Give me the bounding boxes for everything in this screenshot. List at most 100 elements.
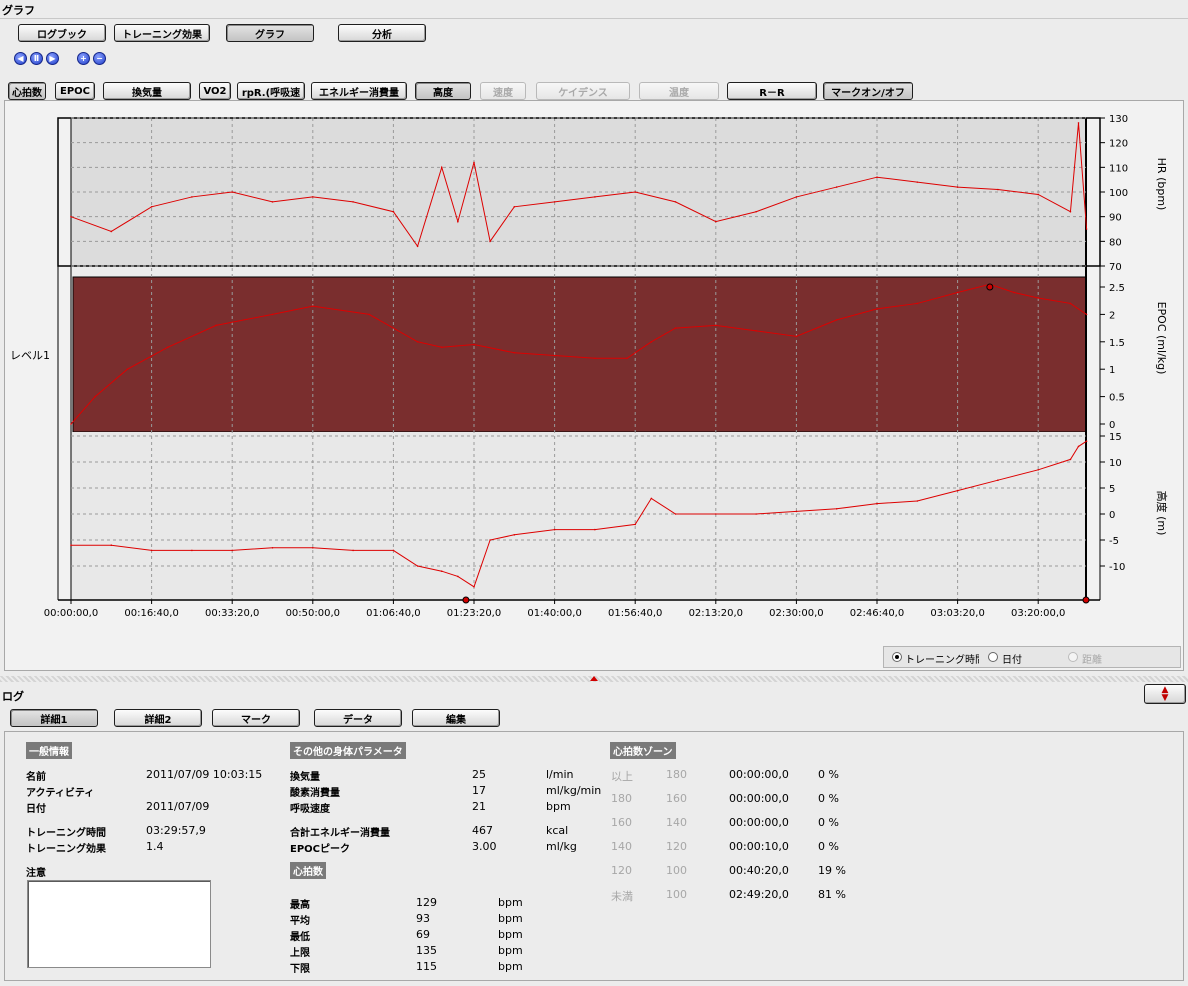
- data-point-0-22: [835, 186, 838, 188]
- hr-stats-header: 心拍数: [290, 862, 326, 879]
- hr-stat-label-4: 下限: [290, 964, 310, 975]
- zone-from-1: 180: [611, 792, 632, 805]
- chart-pane-1: [72, 276, 1087, 433]
- general-date-label: 日付: [26, 804, 46, 815]
- tab-data[interactable]: データ: [314, 709, 402, 727]
- other-param-value-3: 467: [472, 824, 493, 837]
- data-point-0-15: [553, 201, 556, 203]
- data-point-2-17: [634, 523, 636, 526]
- param-button-5[interactable]: エネルギー消費量: [311, 82, 407, 100]
- pause-icon[interactable]: Ⅱ: [30, 52, 43, 65]
- data-point-1-22: [916, 302, 919, 305]
- data-point-1-11: [513, 351, 516, 354]
- radio-training-time[interactable]: [892, 652, 902, 662]
- tab-edit[interactable]: 編集: [412, 709, 500, 727]
- data-point-0-18: [674, 201, 677, 203]
- other-param-unit-3: kcal: [546, 824, 569, 837]
- hr-stat-unit-0: bpm: [498, 896, 523, 909]
- param-button-11[interactable]: マークオン/オフ: [823, 82, 913, 100]
- data-point-0-20: [755, 210, 757, 213]
- data-point-1-10: [473, 343, 475, 346]
- other-param-unit-0: l/min: [546, 768, 574, 781]
- tab-detail-1[interactable]: 詳細1: [10, 709, 98, 727]
- tab-detail-2[interactable]: 詳細2: [114, 709, 202, 727]
- play-icon[interactable]: ▶: [46, 52, 59, 65]
- chart-pane-2: [71, 432, 1086, 600]
- zone-from-0: 以上: [611, 770, 633, 783]
- data-point-2-24: [876, 502, 878, 505]
- data-point-1-0: [70, 423, 72, 425]
- zone-from-3: 140: [611, 840, 632, 853]
- data-point-1-16: [674, 327, 677, 329]
- hr-stat-value-1: 93: [416, 912, 430, 925]
- tab-mark[interactable]: マーク: [212, 709, 300, 727]
- data-point-2-11: [457, 575, 459, 578]
- param-button-6[interactable]: 高度: [415, 82, 471, 100]
- data-point-0-2: [150, 206, 153, 208]
- y-axis-label-1: EPOC (ml/kg): [1155, 302, 1168, 375]
- zone-time-5: 02:49:20,0: [729, 888, 789, 901]
- other-param-label-4: EPOCピーク: [290, 844, 350, 855]
- y-tick-label-2-4: -5: [1109, 536, 1119, 547]
- zone-time-4: 00:40:20,0: [729, 864, 789, 877]
- data-point-2-19: [674, 513, 677, 515]
- general-training-time-label: トレーニング時間: [26, 828, 106, 839]
- hr-stat-unit-4: bpm: [498, 960, 523, 973]
- graph-section-title: グラフ: [2, 4, 35, 17]
- note-textarea[interactable]: [27, 880, 211, 968]
- zone-to-3: 120: [666, 840, 687, 853]
- data-point-0-14: [513, 206, 516, 208]
- note-label: 注意: [26, 868, 46, 879]
- x-tick-label-2: 00:33:20,0: [205, 608, 259, 619]
- zone-to-5: 100: [666, 888, 687, 901]
- end-marker: [1082, 596, 1090, 604]
- param-button-0[interactable]: 心拍数: [8, 82, 46, 100]
- tab-analysis[interactable]: 分析: [338, 24, 426, 42]
- data-point-1-4: [215, 324, 217, 327]
- param-button-4[interactable]: rpR.(呼吸速: [237, 82, 305, 100]
- x-tick-label-10: 02:46:40,0: [850, 608, 904, 619]
- y-tick-label-2-5: -10: [1109, 562, 1125, 573]
- data-point-0-12: [473, 161, 475, 164]
- epoc-peak-marker: [986, 283, 994, 291]
- data-point-1-5: [271, 313, 274, 316]
- hr-stat-value-0: 129: [416, 896, 437, 909]
- data-point-2-5: [271, 547, 274, 549]
- param-button-10[interactable]: R－R: [727, 82, 817, 100]
- y-tick-label-2-1: 10: [1109, 458, 1122, 469]
- zoom-out-icon[interactable]: −: [93, 52, 106, 65]
- y-tick-label-0-4: 90: [1109, 213, 1122, 224]
- hr-stat-label-3: 上限: [290, 948, 310, 959]
- data-point-0-26: [997, 188, 999, 191]
- param-button-3[interactable]: VO2: [199, 82, 231, 100]
- zone-to-4: 100: [666, 864, 687, 877]
- tab-logbook[interactable]: ログブック: [18, 24, 106, 42]
- tab-training-effect[interactable]: トレーニング効果: [114, 24, 210, 42]
- other-param-label-3: 合計エネルギー消費量: [290, 828, 390, 839]
- data-point-2-2: [150, 549, 153, 552]
- level-label: レベル1: [10, 349, 50, 362]
- expand-collapse-button[interactable]: ▲ ▼: [1144, 684, 1186, 704]
- data-point-2-7: [352, 549, 354, 552]
- chart-area[interactable]: 130120110100908070HR (bpm)2.521.510.50EP…: [5, 101, 1185, 672]
- param-button-1[interactable]: EPOC: [55, 82, 95, 100]
- data-point-0-28: [1069, 210, 1072, 213]
- other-param-unit-2: bpm: [546, 800, 571, 813]
- rewind-icon[interactable]: ◀: [14, 52, 27, 65]
- y-tick-label-0-0: 130: [1109, 114, 1128, 125]
- tab-graph[interactable]: グラフ: [226, 24, 314, 42]
- data-point-0-8: [392, 210, 395, 213]
- zoom-in-icon[interactable]: +: [77, 52, 90, 65]
- data-point-2-3: [191, 549, 193, 552]
- param-button-2[interactable]: 換気量: [103, 82, 191, 100]
- radio-date[interactable]: [988, 652, 998, 662]
- zone-time-1: 00:00:00,0: [729, 792, 789, 805]
- data-point-0-7: [352, 201, 354, 203]
- splitter-arrow-icon[interactable]: [590, 676, 598, 681]
- y-tick-label-2-0: 15: [1109, 432, 1122, 443]
- data-point-2-20: [715, 513, 717, 515]
- data-point-0-6: [312, 196, 314, 198]
- y-tick-label-1-4: 0.5: [1109, 393, 1125, 404]
- data-point-2-18: [650, 497, 653, 500]
- data-point-2-26: [956, 489, 959, 492]
